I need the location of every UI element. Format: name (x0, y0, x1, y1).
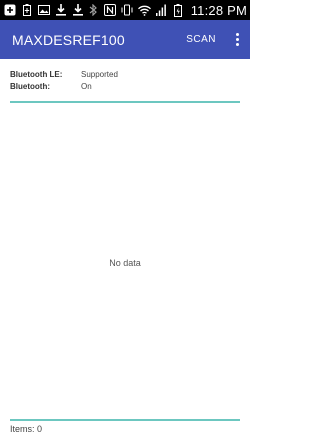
scan-button[interactable]: SCAN (186, 34, 216, 45)
more-vert-icon-dot (235, 43, 239, 46)
app-bar: MAXDESREF100 SCAN (0, 20, 250, 59)
overflow-menu-button[interactable] (230, 30, 244, 50)
items-count: Items: 0 (10, 424, 43, 434)
ble-value: Supported (81, 70, 118, 79)
bluetooth-info: Bluetooth LE: Supported Bluetooth: On (10, 69, 240, 93)
battery-icon (172, 3, 185, 17)
bt-label: Bluetooth: (10, 82, 50, 91)
app-title: MAXDESREF100 (12, 31, 125, 48)
status-time: 11:28 PM (190, 2, 247, 18)
more-vert-icon-dot (235, 38, 239, 41)
status-bar: 11:28 PM (0, 0, 250, 20)
vibrate-icon (121, 4, 134, 17)
bt-row: Bluetooth: On (10, 81, 240, 93)
nfc-icon (104, 4, 117, 17)
image-icon (37, 4, 50, 17)
download-icon-2 (71, 4, 84, 17)
wifi-icon (137, 4, 151, 17)
list-top-divider (10, 101, 240, 103)
bt-value: On (81, 82, 92, 91)
battery-saver-icon (20, 4, 33, 17)
ble-row: Bluetooth LE: Supported (10, 69, 240, 81)
add-icon (3, 4, 16, 17)
ble-label: Bluetooth LE: (10, 70, 63, 79)
signal-icon (155, 4, 168, 17)
download-icon (54, 4, 67, 17)
bluetooth-icon (87, 4, 100, 17)
list-bottom-divider (10, 419, 240, 421)
more-vert-icon (235, 33, 239, 36)
empty-list-message: No data (109, 258, 141, 268)
